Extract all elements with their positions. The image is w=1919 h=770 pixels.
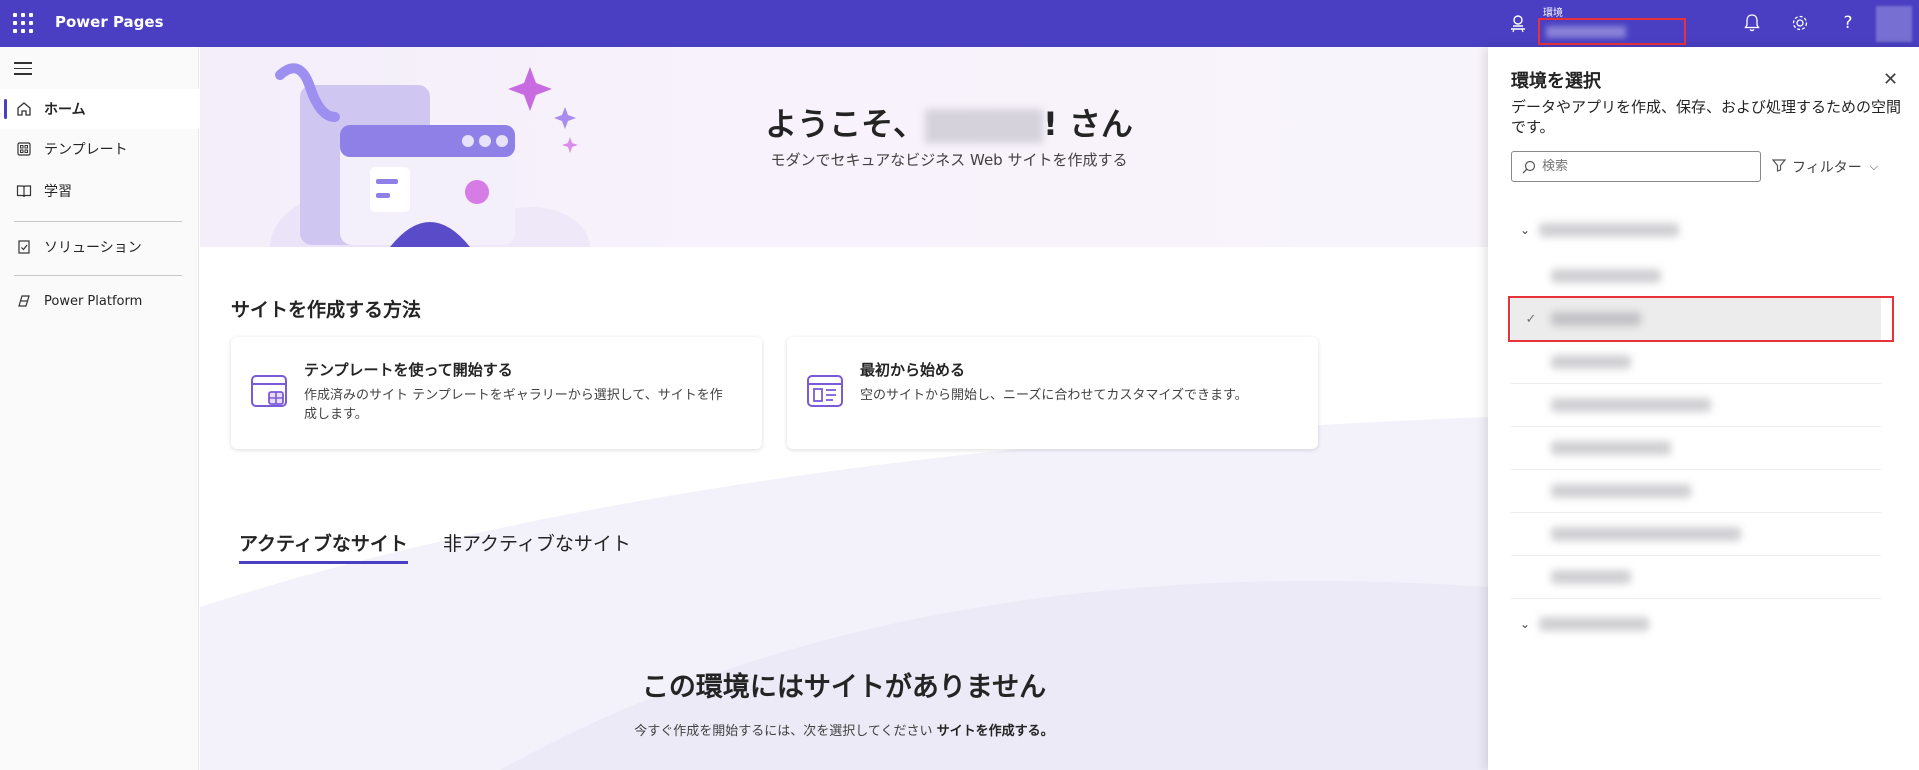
hero-banner: ようこそ、 ! さん モダンでセキュアなビジネス Web サイトを作成する xyxy=(200,47,1488,247)
solution-icon xyxy=(14,239,34,255)
selected-environment-highlight xyxy=(1508,296,1894,342)
create-site-link[interactable]: サイトを作成する。 xyxy=(937,724,1054,739)
template-start-card[interactable]: テンプレートを使って開始する 作成済みのサイト テンプレートをギャラリーから選択… xyxy=(231,337,762,449)
environment-name-redacted xyxy=(1551,527,1741,541)
filter-button[interactable]: フィルター ⌵ xyxy=(1771,157,1879,177)
search-box[interactable] xyxy=(1511,151,1761,182)
close-icon[interactable]: ✕ xyxy=(1883,69,1898,90)
sidebar: ホーム テンプレート 学習 ソリューション Power Platform xyxy=(0,47,199,770)
group-name-redacted xyxy=(1539,617,1649,631)
search-icon xyxy=(1522,160,1536,173)
sidebar-item-home[interactable]: ホーム xyxy=(0,89,199,129)
gear-icon[interactable] xyxy=(1789,12,1811,34)
main-content: ようこそ、 ! さん モダンでセキュアなビジネス Web サイトを作成する サイト… xyxy=(200,47,1488,770)
group-name-redacted xyxy=(1539,223,1679,237)
sidebar-item-learn[interactable]: 学習 xyxy=(0,171,199,211)
template-gallery-icon xyxy=(251,375,287,407)
environment-item[interactable] xyxy=(1511,341,1881,384)
environment-label: 環境 xyxy=(1543,8,1563,19)
filter-label: フィルター xyxy=(1792,160,1862,176)
environment-item[interactable] xyxy=(1511,513,1881,556)
chevron-down-icon: ⌄ xyxy=(1519,617,1531,631)
empty-state-prefix: 今すぐ作成を開始するには、次を選択してください xyxy=(634,724,933,739)
app-title[interactable]: Power Pages xyxy=(55,13,164,31)
environment-item[interactable] xyxy=(1511,255,1881,298)
panel-description: データやアプリを作成、保存、および処理するための空間です。 xyxy=(1511,98,1902,136)
sidebar-item-label: ソリューション xyxy=(44,240,142,256)
sidebar-item-label: ホーム xyxy=(44,102,86,118)
welcome-title: ようこそ、 ! さん xyxy=(200,99,1488,145)
empty-state-title: この環境にはサイトがありません xyxy=(641,672,1047,703)
environment-item[interactable] xyxy=(1511,470,1881,513)
template-icon xyxy=(14,141,34,157)
help-icon[interactable]: ? xyxy=(1837,12,1859,34)
environment-item[interactable] xyxy=(1511,384,1881,427)
user-name-redacted xyxy=(925,109,1044,143)
card-description: 空のサイトから開始し、ニーズに合わせてカスタマイズできます。 xyxy=(860,388,1248,403)
avatar[interactable] xyxy=(1876,6,1912,42)
environment-name-redacted xyxy=(1551,269,1661,283)
power-platform-icon xyxy=(14,293,34,309)
environment-item[interactable] xyxy=(1511,427,1881,470)
sidebar-item-label: Power Platform xyxy=(44,293,143,309)
bell-icon[interactable] xyxy=(1741,12,1763,34)
chevron-down-icon: ⌄ xyxy=(1519,223,1531,237)
create-section-title: サイトを作成する方法 xyxy=(231,299,422,321)
empty-state-text: 今すぐ作成を開始するには、次を選択してください サイトを作成する。 xyxy=(200,720,1488,739)
sidebar-item-label: テンプレート xyxy=(44,142,128,158)
waffle-icon[interactable] xyxy=(13,13,33,33)
home-icon xyxy=(14,101,34,117)
tab-inactive-sites[interactable]: 非アクティブなサイト xyxy=(443,529,631,556)
environment-panel: 環境を選択 ✕ データやアプリを作成、保存、および処理するための空間です。 フィ… xyxy=(1488,47,1919,770)
sidebar-item-templates[interactable]: テンプレート xyxy=(0,129,199,169)
environment-name-redacted xyxy=(1551,355,1631,369)
hamburger-menu-icon[interactable] xyxy=(14,62,32,76)
environment-selector[interactable] xyxy=(1538,18,1686,45)
card-title: テンプレートを使って開始する xyxy=(304,361,513,379)
environment-name-redacted xyxy=(1551,441,1671,455)
environment-name-redacted xyxy=(1551,398,1711,412)
environment-group-header[interactable]: ⌄ xyxy=(1511,606,1881,642)
welcome-suffix: ! さん xyxy=(1043,105,1133,143)
environment-name-redacted xyxy=(1546,26,1626,38)
environment-group-header[interactable]: ⌄ xyxy=(1511,212,1881,248)
sidebar-item-label: 学習 xyxy=(44,184,72,200)
tab-active-sites[interactable]: アクティブなサイト xyxy=(239,529,408,564)
hero-illustration xyxy=(270,63,590,247)
welcome-subtitle: モダンでセキュアなビジネス Web サイトを作成する xyxy=(770,151,1128,169)
search-input[interactable] xyxy=(1542,159,1742,174)
blank-start-card[interactable]: 最初から始める 空のサイトから開始し、ニーズに合わせてカスタマイズできます。 xyxy=(787,337,1318,449)
sidebar-divider xyxy=(14,275,182,276)
environment-icon[interactable] xyxy=(1508,13,1528,33)
welcome-prefix: ようこそ、 xyxy=(765,105,926,143)
environment-name-redacted xyxy=(1551,484,1691,498)
sidebar-item-power-platform[interactable]: Power Platform xyxy=(0,281,199,321)
top-bar: Power Pages 環境 ? xyxy=(0,0,1919,47)
panel-title: 環境を選択 xyxy=(1511,71,1601,92)
card-description: 作成済みのサイト テンプレートをギャラリーから選択して、サイトを作成します。 xyxy=(304,388,723,422)
card-title: 最初から始める xyxy=(860,361,966,379)
filter-icon xyxy=(1771,158,1787,176)
environment-item[interactable] xyxy=(1511,556,1881,599)
blank-site-icon xyxy=(807,375,843,407)
chevron-down-icon: ⌵ xyxy=(1869,160,1879,173)
sidebar-item-solutions[interactable]: ソリューション xyxy=(0,227,199,267)
environment-name-redacted xyxy=(1551,570,1631,584)
sidebar-divider xyxy=(14,221,182,222)
book-icon xyxy=(14,183,34,199)
